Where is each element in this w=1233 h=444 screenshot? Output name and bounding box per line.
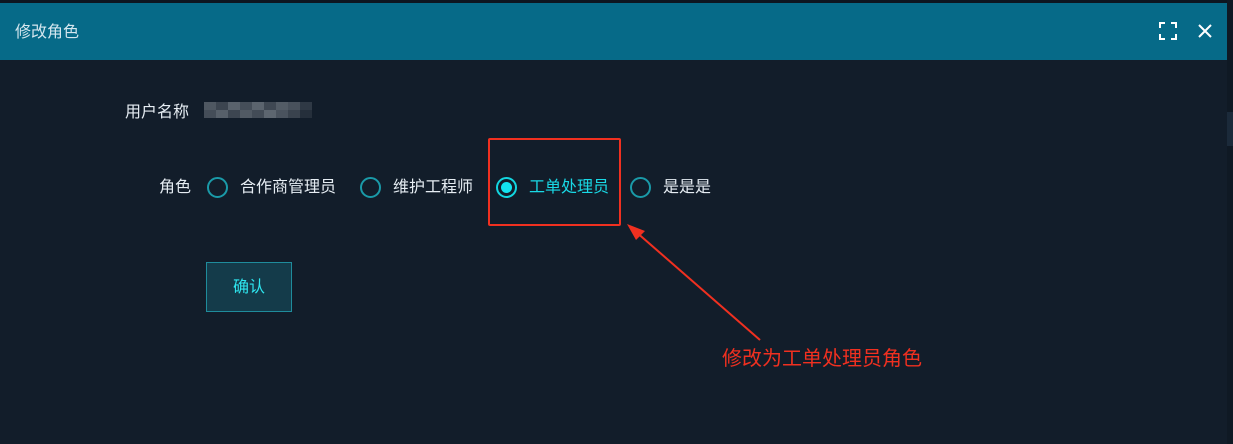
annotation-text: 修改为工单处理员角色: [722, 346, 922, 370]
page: 修改角色 用户名称 角色 合作商管理员 维护工程师 工单处理员 是是是 确认 修…: [0, 0, 1233, 444]
annotation-arrow-line: [634, 230, 761, 341]
annotation-arrow: [627, 224, 761, 341]
